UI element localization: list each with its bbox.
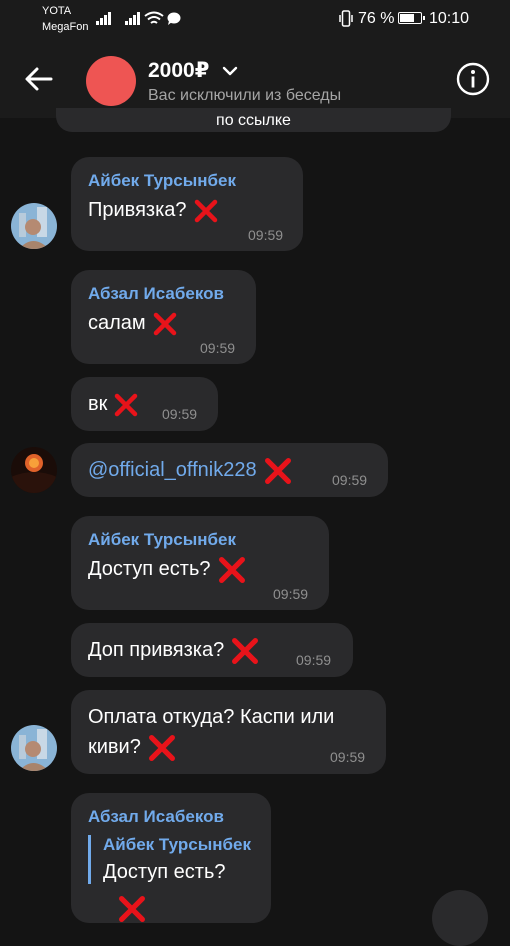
carrier-name-1: YOTA [42,5,72,17]
previous-message-text: по ссылке [216,112,291,129]
message-text-line-1: Оплата откуда? Каспи или [88,706,335,728]
battery-percent: 76 % [358,10,395,27]
previous-message-fragment: по ссылке [56,108,451,132]
wifi-icon [144,11,164,24]
sender-name[interactable]: Айбек Турсынбек [88,530,236,550]
quoted-message-text: Доступ есть? [103,861,226,883]
message-time: 09:59 [330,749,366,765]
message-text: Доп привязка? [88,635,260,666]
cross-mark-icon [232,637,259,664]
chevron-down-icon[interactable] [222,65,238,77]
message-text: Привязка? [88,195,219,225]
message-text-line-2: киви? [88,732,177,763]
sender-name[interactable]: Айбек Турсынбек [88,171,236,191]
avatar-aibek-photo [11,203,57,249]
message-time: 09:59 [248,227,284,243]
sender-name[interactable]: Абзал Исабеков [88,284,224,304]
mention-link[interactable]: @official_offnik228 [88,459,257,481]
message-text-content: Привязка? [88,199,187,221]
message-bubble[interactable]: Доп привязка? 09:59 [71,623,353,677]
message-time: 09:59 [200,340,236,356]
message-bubble[interactable]: Абзал Исабеков Айбек Турсынбек Доступ ес… [71,793,271,923]
reply-quote[interactable]: Айбек Турсынбек Доступ есть? [88,835,251,884]
message-text-content: Доп привязка? [88,639,225,661]
avatar-sunset-photo [11,447,57,493]
message-text: салам [88,308,178,338]
scroll-down-button[interactable] [432,890,488,946]
message-text-content: киви? [88,736,141,758]
message-bubble[interactable]: Айбек Турсынбек Привязка? 09:59 [71,157,303,251]
cross-mark-icon [119,896,145,922]
chat-header: 2000₽ Вас исключили из беседы [0,40,510,118]
chat-status-subtitle: Вас исключили из беседы [148,87,342,104]
status-bar: YOTA MegaFon 76 % 10:10 [0,0,510,40]
sender-name[interactable]: Абзал Исабеков [88,807,224,827]
signal-2-icon [125,12,140,25]
message-time: 09:59 [296,652,332,668]
cross-mark-icon [194,199,217,222]
avatar-aibek-photo [11,725,57,771]
message-bubble[interactable]: Абзал Исабеков салам 09:59 [71,270,256,364]
message-bubble[interactable]: Айбек Турсынбек Доступ есть? 09:59 [71,516,329,610]
clock: 10:10 [429,10,470,27]
vibrate-icon [339,10,353,27]
carrier-name-2: MegaFon [42,21,89,33]
message-text-content: Доступ есть? [88,558,211,580]
message-bubble[interactable]: Оплата откуда? Каспи или киви? 09:59 [71,690,386,774]
back-arrow-icon[interactable] [22,62,56,96]
message-time: 09:59 [332,472,368,488]
cross-mark-icon [218,556,245,583]
message-text: Доступ есть? [88,554,247,585]
message-bubble[interactable]: @official_offnik228 09:59 [71,443,388,497]
cross-mark-icon [153,312,176,335]
message-bubble[interactable]: вк 09:59 [71,377,218,431]
message-time: 09:59 [162,406,198,422]
avatar-aibek[interactable] [11,725,57,771]
info-icon[interactable] [456,62,490,96]
signal-1-icon [96,12,111,25]
message-text-content: вк [88,393,108,415]
chat-notification-icon [167,12,181,25]
avatar-aibek[interactable] [11,203,57,249]
cross-mark-icon [148,734,175,761]
battery-icon [398,12,425,24]
message-text: @official_offnik228 [88,455,293,486]
chat-avatar[interactable] [86,56,136,106]
quoted-sender-name: Айбек Турсынбек [103,835,251,854]
cross-mark-icon [115,393,138,416]
avatar-sender[interactable] [11,447,57,493]
cross-mark-icon [264,457,291,484]
chat-title[interactable]: 2000₽ [148,58,209,83]
message-time: 09:59 [273,586,309,602]
message-text-content: салам [88,312,146,334]
message-text: вк [88,389,139,419]
